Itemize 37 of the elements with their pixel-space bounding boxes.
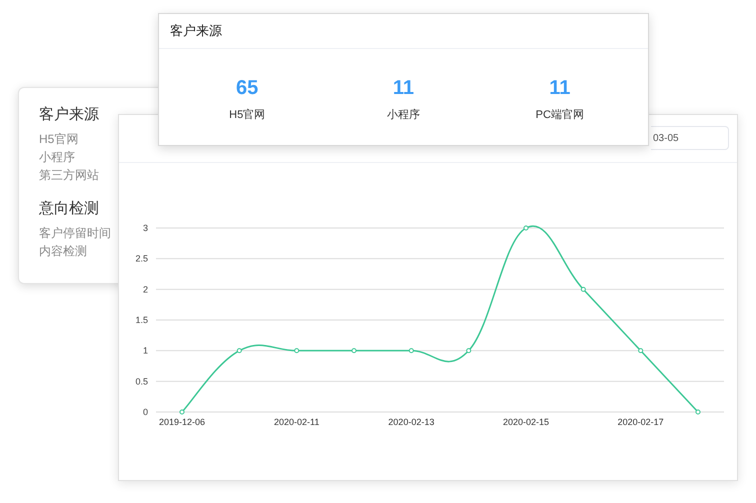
stat-value: 11 (392, 76, 414, 101)
x-tick-label: 2020-02-13 (388, 417, 434, 427)
y-tick-label: 0 (142, 407, 148, 417)
x-tick-label: 2019-12-06 (158, 417, 206, 427)
y-tick-label: 1 (142, 346, 148, 356)
menu-item[interactable]: 小程序 (39, 148, 75, 166)
data-point (408, 348, 414, 354)
data-point (638, 348, 644, 354)
data-point (236, 348, 242, 354)
menu-item[interactable]: 第三方网站 (39, 166, 99, 184)
y-tick-label: 2.5 (135, 254, 148, 264)
y-tick-label: 0.5 (135, 376, 148, 386)
y-tick-label: 2 (142, 284, 148, 294)
date-field[interactable]: 03-05 (651, 126, 729, 150)
data-point (352, 348, 356, 354)
menu-item[interactable]: 内容检测 (39, 242, 87, 260)
menu-item[interactable]: H5官网 (39, 130, 78, 148)
stat-label: PC端官网 (536, 108, 584, 123)
x-tick-label: 2020-02-17 (618, 417, 664, 427)
stat-value: 11 (549, 76, 570, 101)
data-point (294, 348, 300, 354)
card-title: 客户来源 (170, 22, 222, 40)
menu-item[interactable]: 客户停留时间 (39, 224, 111, 242)
section-title: 意向检测 (39, 199, 99, 219)
x-tick-label: 2020-02-11 (274, 417, 320, 427)
data-point (524, 226, 528, 230)
y-tick-label: 1.5 (135, 315, 148, 325)
y-tick-label: 3 (142, 223, 148, 233)
stat-value: 65 (236, 76, 258, 101)
section-title: 客户来源 (39, 105, 99, 125)
data-point (466, 348, 472, 354)
stat-label: H5官网 (229, 108, 266, 123)
data-point (180, 410, 184, 414)
data-point (580, 286, 586, 292)
stat-label: 小程序 (386, 108, 420, 123)
data-point (696, 410, 700, 414)
x-tick-label: 2020-02-15 (502, 417, 550, 427)
